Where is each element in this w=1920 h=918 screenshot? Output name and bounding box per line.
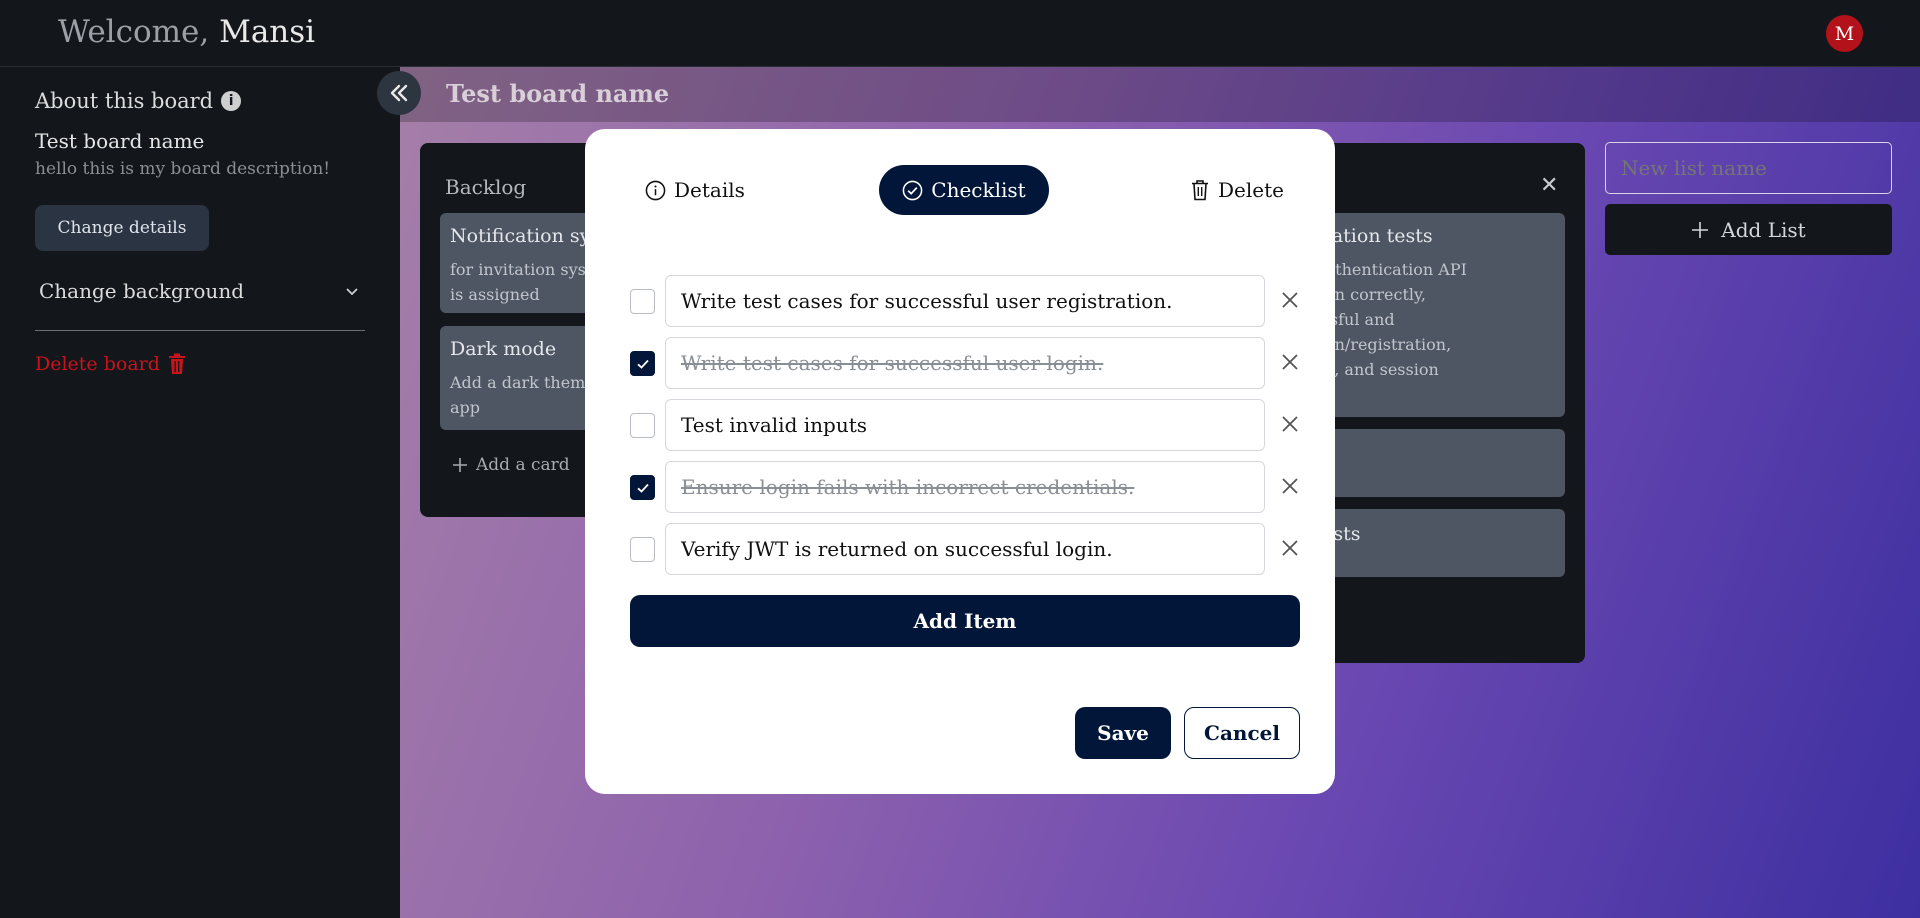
- about-board-heading: About this board i: [35, 89, 242, 113]
- checklist-item: [630, 337, 1306, 389]
- add-item-button[interactable]: Add Item: [630, 595, 1300, 647]
- check-circle-icon: [902, 180, 923, 200]
- checklist-item: [630, 275, 1306, 327]
- add-list-button[interactable]: Add List: [1605, 204, 1892, 255]
- board-title[interactable]: Test board name: [446, 79, 669, 108]
- welcome-prefix: Welcome,: [58, 14, 210, 50]
- check-icon: [636, 483, 649, 493]
- sidebar: About this board i Test board name hello…: [0, 67, 400, 918]
- plus-icon: [453, 458, 467, 472]
- checklist-item-input[interactable]: [665, 461, 1265, 513]
- chevron-down-icon: [346, 288, 358, 296]
- info-circle-icon: [645, 180, 666, 200]
- checklist-item-input[interactable]: [665, 275, 1265, 327]
- change-background-label: Change background: [39, 279, 244, 303]
- info-icon[interactable]: i: [221, 91, 242, 111]
- avatar[interactable]: M: [1826, 15, 1863, 52]
- remove-item-icon[interactable]: [1278, 536, 1302, 560]
- collapse-sidebar-button[interactable]: [377, 71, 421, 115]
- new-list-input[interactable]: [1605, 142, 1892, 194]
- about-label: About this board: [35, 89, 214, 113]
- list-title[interactable]: Backlog: [445, 175, 526, 199]
- checklist-checkbox[interactable]: [630, 289, 655, 314]
- remove-item-icon[interactable]: [1278, 474, 1302, 498]
- sidebar-board-name: Test board name: [35, 129, 205, 153]
- double-chevron-left-icon: [390, 84, 408, 102]
- welcome-message: Welcome, Mansi: [58, 14, 315, 50]
- trash-icon: [1192, 180, 1208, 201]
- checklist-checkbox[interactable]: [630, 537, 655, 562]
- change-background-toggle[interactable]: Change background: [35, 269, 365, 313]
- tab-delete[interactable]: Delete: [1190, 165, 1284, 215]
- save-button[interactable]: Save: [1075, 707, 1171, 759]
- check-icon: [636, 359, 649, 369]
- checklist-checkbox[interactable]: [630, 413, 655, 438]
- top-bar: Welcome, Mansi M: [0, 0, 1920, 67]
- tab-details-label: Details: [674, 178, 745, 202]
- close-icon[interactable]: ✕: [1540, 173, 1558, 198]
- card-title: Dark mode: [450, 338, 557, 360]
- delete-board-label: Delete board: [35, 353, 160, 375]
- tab-details[interactable]: Details: [645, 165, 745, 215]
- remove-item-icon[interactable]: [1278, 350, 1302, 374]
- cancel-button[interactable]: Cancel: [1184, 707, 1300, 759]
- checklist-item-input[interactable]: [665, 337, 1265, 389]
- card-title: Notification sy: [450, 225, 591, 247]
- add-card-label: Add a card: [476, 455, 570, 475]
- checklist-item: [630, 461, 1306, 513]
- checklist-item-input[interactable]: [665, 399, 1265, 451]
- tab-checklist-label: Checklist: [931, 178, 1026, 202]
- add-card-button[interactable]: Add a card: [452, 455, 570, 475]
- sidebar-divider: [35, 330, 365, 331]
- add-list-label: Add List: [1721, 217, 1806, 242]
- tab-checklist[interactable]: Checklist: [879, 165, 1049, 215]
- delete-board-link[interactable]: Delete board: [35, 353, 186, 375]
- checklist-item: [630, 399, 1306, 451]
- username: Mansi: [219, 14, 316, 50]
- board-header: Test board name: [400, 67, 1920, 122]
- card-modal: Details Checklist Delete Add Item: [585, 129, 1335, 794]
- checklist-item-input[interactable]: [665, 523, 1265, 575]
- checklist-item: [630, 523, 1306, 575]
- sidebar-board-description: hello this is my board description!: [35, 159, 331, 179]
- plus-icon: [1692, 221, 1709, 238]
- tab-delete-label: Delete: [1218, 178, 1284, 202]
- change-details-button[interactable]: Change details: [35, 205, 209, 251]
- checklist-checkbox[interactable]: [630, 351, 655, 376]
- trash-icon: [168, 353, 185, 374]
- checklist-checkbox[interactable]: [630, 475, 655, 500]
- remove-item-icon[interactable]: [1278, 288, 1302, 312]
- remove-item-icon[interactable]: [1278, 412, 1302, 436]
